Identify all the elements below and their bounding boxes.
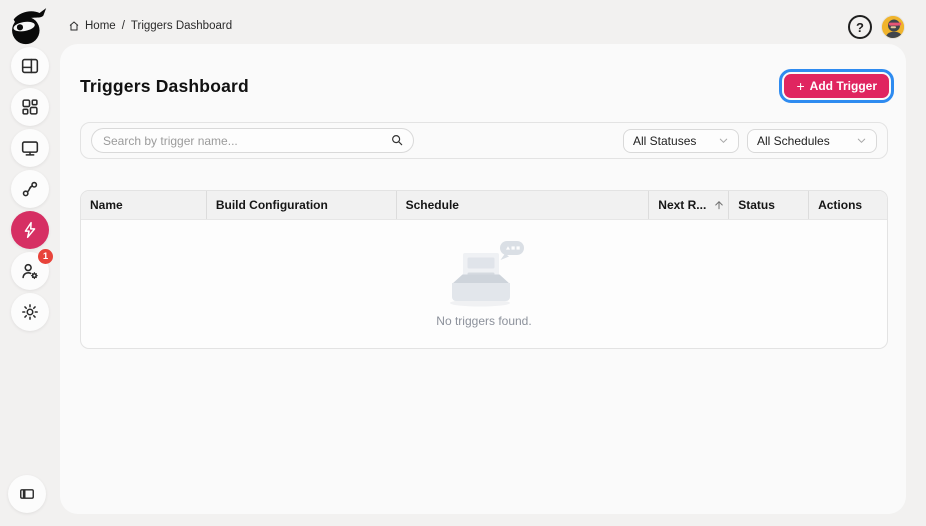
collapse-panel-icon bbox=[17, 484, 37, 504]
status-filter-value: All Statuses bbox=[633, 134, 696, 148]
empty-inbox-illustration bbox=[436, 241, 532, 309]
chevron-down-icon bbox=[856, 135, 867, 146]
question-mark-icon: ? bbox=[856, 20, 864, 35]
page-header: Triggers Dashboard + Add Trigger bbox=[60, 44, 906, 98]
topbar-actions: ? bbox=[848, 15, 905, 39]
sidebar-item-monitor[interactable] bbox=[11, 129, 49, 167]
column-header-name: Name bbox=[81, 191, 206, 219]
search-field bbox=[91, 128, 414, 153]
empty-state-text: No triggers found. bbox=[436, 314, 531, 328]
column-header-schedule: Schedule bbox=[396, 191, 649, 219]
home-icon bbox=[68, 20, 80, 32]
breadcrumb-separator: / bbox=[122, 20, 125, 32]
breadcrumb: Home / Triggers Dashboard bbox=[68, 20, 232, 32]
column-header-next-run[interactable]: Next R... bbox=[648, 191, 728, 219]
search-input[interactable] bbox=[91, 128, 414, 153]
add-trigger-button[interactable]: + Add Trigger bbox=[784, 74, 889, 98]
filter-selects: All Statuses All Schedules bbox=[623, 129, 877, 153]
app-window: Home / Triggers Dashboard ? bbox=[0, 0, 926, 526]
sidebar-item-apps[interactable] bbox=[11, 88, 49, 126]
monitor-icon bbox=[19, 137, 41, 159]
help-button[interactable]: ? bbox=[848, 15, 872, 39]
chevron-down-icon bbox=[718, 135, 729, 146]
layout-board-icon bbox=[19, 55, 41, 77]
table-header-row: Name Build Configuration Schedule Next R… bbox=[81, 191, 887, 220]
sidebar-item-settings[interactable] bbox=[11, 293, 49, 331]
avatar-ninja-icon bbox=[882, 16, 905, 39]
plus-icon: + bbox=[796, 79, 804, 93]
search-icon[interactable] bbox=[390, 133, 404, 147]
filter-bar: All Statuses All Schedules bbox=[80, 122, 888, 159]
add-trigger-label: Add Trigger bbox=[810, 79, 877, 93]
status-filter-select[interactable]: All Statuses bbox=[623, 129, 739, 153]
triggers-table: Name Build Configuration Schedule Next R… bbox=[80, 190, 888, 349]
sort-ascending-icon[interactable] bbox=[713, 199, 725, 211]
user-settings-icon bbox=[19, 260, 41, 282]
sidebar-collapse-button[interactable] bbox=[8, 475, 46, 513]
column-header-status: Status bbox=[728, 191, 808, 219]
ninja-logo-icon bbox=[6, 4, 50, 48]
table-empty-state: No triggers found. bbox=[81, 220, 887, 349]
user-avatar[interactable] bbox=[881, 15, 905, 39]
sidebar-item-layout-board[interactable] bbox=[11, 47, 49, 85]
app-logo[interactable] bbox=[6, 4, 50, 48]
breadcrumb-current: Triggers Dashboard bbox=[131, 20, 232, 32]
page-title: Triggers Dashboard bbox=[80, 76, 249, 97]
gear-icon bbox=[19, 301, 41, 323]
sidebar: 1 bbox=[0, 47, 60, 331]
column-header-actions: Actions bbox=[808, 191, 887, 219]
sidebar-item-pipelines[interactable] bbox=[11, 170, 49, 208]
schedule-filter-select[interactable]: All Schedules bbox=[747, 129, 877, 153]
apps-grid-icon bbox=[19, 96, 41, 118]
main-card: Triggers Dashboard + Add Trigger All Sta… bbox=[60, 44, 906, 514]
column-header-build-configuration: Build Configuration bbox=[206, 191, 396, 219]
sidebar-item-triggers[interactable] bbox=[11, 211, 49, 249]
lightning-bolt-icon bbox=[19, 219, 41, 241]
notification-badge: 1 bbox=[38, 249, 53, 264]
breadcrumb-home[interactable]: Home bbox=[85, 20, 116, 32]
pipeline-route-icon bbox=[19, 178, 41, 200]
schedule-filter-value: All Schedules bbox=[757, 134, 830, 148]
sidebar-item-users[interactable]: 1 bbox=[11, 252, 49, 290]
